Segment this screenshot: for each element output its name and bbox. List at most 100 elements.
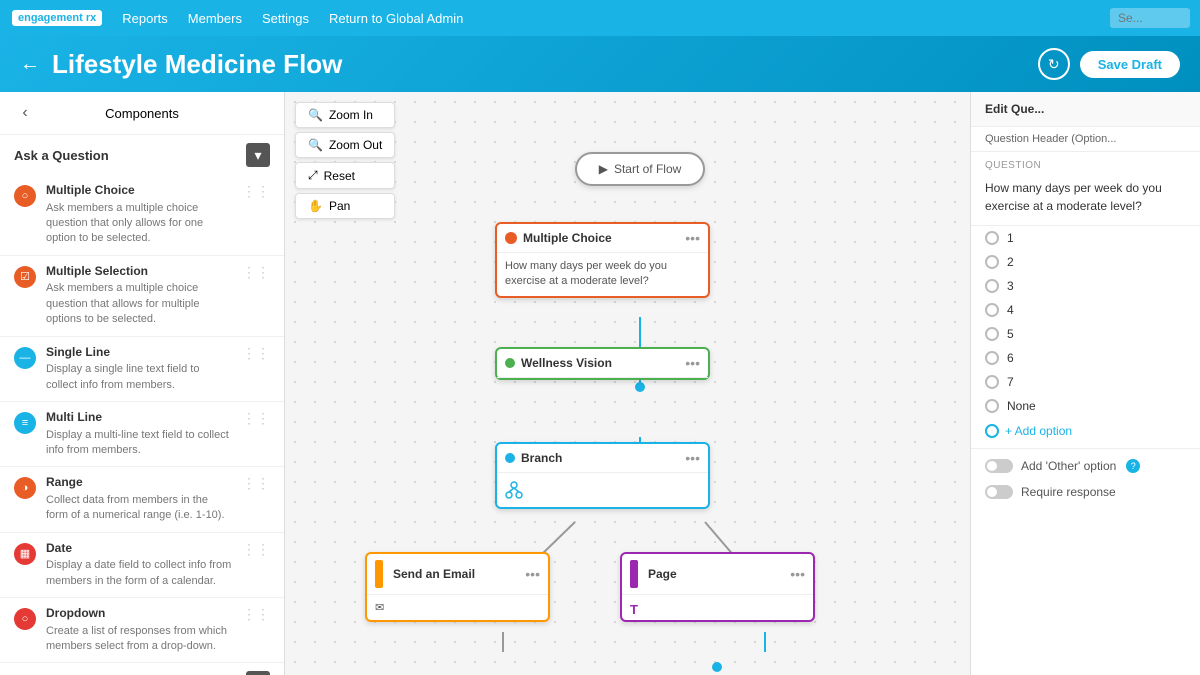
list-item[interactable]: ▦ Date Display a date field to collect i… [0, 533, 284, 598]
radio-button-5[interactable] [985, 327, 999, 341]
node-title: Send an Email [393, 567, 475, 581]
node-header: Multiple Choice ••• [497, 224, 708, 253]
pan-button[interactable]: ✋ Pan [295, 193, 395, 219]
reset-button[interactable]: ⤢ Reset [295, 162, 395, 189]
header-bar: ← Lifestyle Medicine Flow ↻ Save Draft [0, 36, 1200, 92]
list-item[interactable]: 2 [971, 250, 1200, 274]
wellness-node[interactable]: Wellness Vision ••• [495, 347, 710, 380]
email-node[interactable]: Send an Email ••• ✉ [365, 552, 550, 622]
list-item[interactable]: ◑ Range Collect data from members in the… [0, 467, 284, 532]
list-item[interactable]: — Single Line Display a single line text… [0, 337, 284, 402]
page-type-indicator: T [630, 602, 638, 617]
require-response-row[interactable]: Require response [971, 479, 1200, 505]
node-status-dot [505, 358, 515, 368]
radio-button-6[interactable] [985, 351, 999, 365]
node-header: Send an Email ••• [367, 554, 548, 595]
node-title: Page [648, 567, 677, 581]
node-menu-button[interactable]: ••• [685, 355, 700, 371]
connector-dot [635, 382, 645, 392]
save-draft-button[interactable]: Save Draft [1080, 51, 1180, 78]
node-body: ✉ [367, 595, 548, 622]
back-title: ← Lifestyle Medicine Flow [20, 49, 342, 80]
list-item[interactable]: ≡ Multi Line Display a multi-line text f… [0, 402, 284, 467]
list-item[interactable]: ○ Multiple Choice Ask members a multiple… [0, 175, 284, 256]
nav-members[interactable]: Members [188, 11, 242, 26]
search-input[interactable] [1110, 8, 1190, 28]
drag-handle: ⋮⋮ [242, 541, 270, 558]
question-section-label: Question [971, 152, 1200, 175]
list-item[interactable]: ○ Dropdown Create a list of responses fr… [0, 598, 284, 663]
email-icon: ✉ [375, 602, 384, 614]
question-text: How many days per week do you exercise a… [971, 175, 1200, 226]
nav-global-admin[interactable]: Return to Global Admin [329, 11, 463, 26]
radio-button-7[interactable] [985, 375, 999, 389]
radio-button-1[interactable] [985, 231, 999, 245]
ask-question-toggle[interactable]: ▾ [246, 143, 270, 167]
list-item[interactable]: 7 [971, 370, 1200, 394]
main-layout: ‹ Components Ask a Question ▾ ○ Multiple… [0, 92, 1200, 675]
list-item[interactable]: 3 [971, 274, 1200, 298]
zoom-in-button[interactable]: 🔍 Zoom In [295, 102, 395, 128]
page-accent-bar [630, 560, 638, 588]
ask-question-section-header: Ask a Question ▾ [0, 135, 284, 175]
add-option-button[interactable]: + Add option [971, 418, 1200, 444]
list-item[interactable]: 5 [971, 322, 1200, 346]
zoom-in-icon: 🔍 [308, 108, 323, 122]
list-item[interactable]: ☑ Multiple Selection Ask members a multi… [0, 256, 284, 337]
radio-button-3[interactable] [985, 279, 999, 293]
radio-button-2[interactable] [985, 255, 999, 269]
node-status-dot [505, 232, 517, 244]
page-title: Lifestyle Medicine Flow [52, 49, 342, 80]
component-text: Multiple Selection Ask members a multipl… [46, 264, 232, 328]
list-item[interactable]: None [971, 394, 1200, 418]
back-button[interactable]: ← [20, 53, 40, 76]
header-actions: ↻ Save Draft [1038, 48, 1180, 80]
node-menu-button[interactable]: ••• [525, 566, 540, 582]
zoom-out-button[interactable]: 🔍 Zoom Out [295, 132, 395, 158]
start-node[interactable]: ▶ Start of Flow [575, 152, 705, 186]
nav-settings[interactable]: Settings [262, 11, 309, 26]
panel-header: ‹ Components [0, 92, 284, 135]
list-item[interactable]: 6 [971, 346, 1200, 370]
component-text: Date Display a date field to collect inf… [46, 541, 232, 589]
node-title-row: Send an Email [375, 560, 475, 588]
collect-member-section-header: Collect Member Information ▾ [0, 663, 284, 675]
drag-handle: ⋮⋮ [242, 183, 270, 200]
dropdown-icon: ○ [14, 608, 36, 630]
right-panel-title: Edit Que... [971, 92, 1200, 127]
drag-handle: ⋮⋮ [242, 475, 270, 492]
node-menu-button[interactable]: ••• [790, 566, 805, 582]
node-menu-button[interactable]: ••• [685, 230, 700, 246]
start-label: Start of Flow [614, 162, 681, 176]
node-menu-button[interactable]: ••• [685, 450, 700, 466]
ask-question-title: Ask a Question [14, 148, 109, 163]
node-body: How many days per week do you exercise a… [497, 253, 708, 296]
node-header: Page ••• [622, 554, 813, 595]
multiple-choice-node[interactable]: Multiple Choice ••• How many days per we… [495, 222, 710, 298]
list-item[interactable]: 4 [971, 298, 1200, 322]
component-text: Multiple Choice Ask members a multiple c… [46, 183, 232, 247]
refresh-button[interactable]: ↻ [1038, 48, 1070, 80]
collapse-panel-button[interactable]: ‹ [14, 102, 36, 124]
add-other-toggle[interactable] [985, 459, 1013, 473]
node-title-row: Multiple Choice [505, 231, 612, 245]
add-other-option-row[interactable]: Add 'Other' option ? [971, 453, 1200, 479]
single-line-icon: — [14, 347, 36, 369]
collect-member-toggle[interactable]: ▾ [246, 671, 270, 675]
node-title-row: Branch [505, 451, 562, 465]
radio-button-none[interactable] [985, 399, 999, 413]
nav-reports[interactable]: Reports [122, 11, 168, 26]
require-response-toggle[interactable] [985, 485, 1013, 499]
add-other-label: Add 'Other' option [1021, 459, 1116, 473]
drag-handle: ⋮⋮ [242, 410, 270, 427]
node-title-row: Wellness Vision [505, 356, 612, 370]
branch-node[interactable]: Branch ••• [495, 442, 710, 509]
add-option-radio [985, 424, 999, 438]
node-body: T [622, 595, 813, 625]
radio-button-4[interactable] [985, 303, 999, 317]
page-node[interactable]: Page ••• T [620, 552, 815, 622]
node-title: Multiple Choice [523, 231, 612, 245]
help-icon[interactable]: ? [1126, 459, 1140, 473]
list-item[interactable]: 1 [971, 226, 1200, 250]
canvas-area[interactable]: 🔍 Zoom In 🔍 Zoom Out ⤢ Reset ✋ Pan [285, 92, 970, 675]
